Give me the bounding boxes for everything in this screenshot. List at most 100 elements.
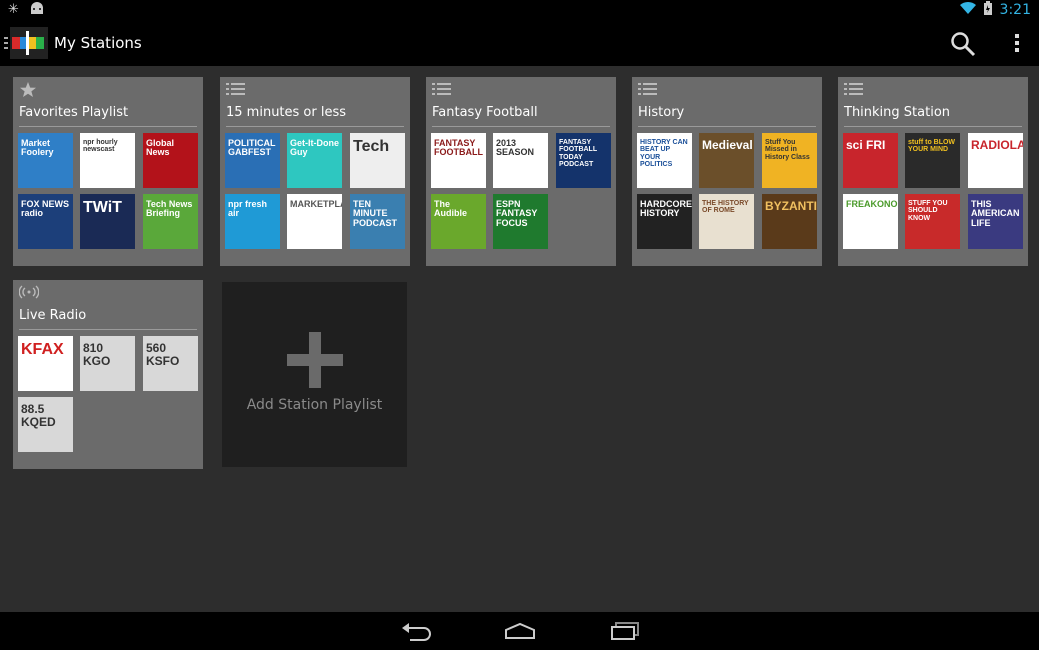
plus-icon (287, 332, 343, 388)
divider (19, 329, 197, 330)
playlist-card[interactable]: Fantasy Football FANTASY FOOTBALL 2013 SEA… (426, 77, 616, 266)
station-tile-label: npr fresh air (228, 199, 268, 219)
back-icon (402, 623, 431, 641)
station-tile[interactable]: KFAX (18, 336, 73, 391)
station-tile[interactable]: RADIOLAB (968, 133, 1023, 188)
station-tile[interactable]: FOX NEWS radio (18, 194, 73, 249)
wifi-icon (959, 1, 976, 19)
station-tile[interactable]: HARDCORE HISTORY (637, 194, 692, 249)
station-tile-label: 2013 SEASON (496, 138, 535, 158)
station-tile[interactable]: THIS AMERICAN LIFE (968, 194, 1023, 249)
station-tile-label: STUFF YOU SHOULD KNOW (908, 200, 948, 222)
station-tile-label: MARKETPLACE (290, 199, 342, 209)
station-tile-label: FANTASY FOOTBALL TODAY PODCAST (559, 139, 597, 169)
station-tile-label: FREAKONOMICS (846, 199, 898, 209)
list-icon (226, 82, 245, 98)
station-tile[interactable]: Stuff You Missed in History Class (762, 133, 817, 188)
app-logo-icon[interactable] (4, 25, 50, 61)
station-tile[interactable]: sci FRI (843, 133, 898, 188)
playlist-card[interactable]: 15 minutes or less POLITICAL GABFEST Get-I… (220, 77, 410, 266)
playlist-title: History (638, 105, 685, 120)
station-tile[interactable]: THE HISTORY OF ROME (699, 194, 754, 249)
station-tile[interactable]: MARKETPLACE (287, 194, 342, 249)
station-tile-label: 810 KGO (83, 341, 111, 368)
station-tile[interactable]: ESPN FANTASY FOCUS (493, 194, 548, 249)
playlist-title: Favorites Playlist (19, 105, 129, 120)
android-icon (29, 2, 45, 18)
overflow-menu-button[interactable] (1011, 32, 1023, 54)
search-icon (951, 32, 976, 57)
station-tile[interactable]: stuff to BLOW YOUR MIND (905, 133, 960, 188)
divider (432, 126, 610, 127)
station-tile[interactable]: 560 KSFO (143, 336, 198, 391)
playlist-card[interactable]: History HISTORY CAN BEAT UP YOUR POLITICS… (632, 77, 822, 266)
radio-wave-icon (18, 285, 40, 301)
back-button[interactable] (400, 620, 434, 642)
station-tile-label: POLITICAL GABFEST (228, 138, 276, 158)
station-tile[interactable]: TWiT (80, 194, 135, 249)
station-tile[interactable]: POLITICAL GABFEST (225, 133, 280, 188)
station-tile[interactable]: Global News (143, 133, 198, 188)
station-tile[interactable]: HISTORY CAN BEAT UP YOUR POLITICS (637, 133, 692, 188)
recent-apps-button[interactable] (608, 620, 642, 642)
station-tile[interactable]: The Audible (431, 194, 486, 249)
playlist-card[interactable]: Thinking Station sci FRI stuff to BLOW YOU… (838, 77, 1028, 266)
station-tile-label: ESPN FANTASY FOCUS (496, 199, 538, 228)
battery-icon (983, 1, 992, 19)
playlist-card[interactable]: Favorites Playlist Market Foolery npr hour… (13, 77, 203, 266)
status-bar: ✳ 3:21 (0, 0, 1039, 20)
playlist-title: 15 minutes or less (226, 105, 347, 120)
station-tile[interactable]: Tech (350, 133, 405, 188)
station-tile-label: The Audible (434, 199, 467, 219)
star-icon (19, 82, 37, 98)
station-tile[interactable]: FREAKONOMICS (843, 194, 898, 249)
page-title: My Stations (54, 34, 142, 52)
station-tile[interactable]: 810 KGO (80, 336, 135, 391)
station-tile-label: TEN MINUTE PODCAST (353, 199, 398, 228)
station-tile[interactable]: Tech News Briefing (143, 194, 198, 249)
station-tile[interactable]: FANTASY FOOTBALL TODAY PODCAST (556, 133, 611, 188)
navigation-bar (0, 612, 1039, 650)
playlist-title: Live Radio (19, 308, 87, 323)
station-tile[interactable]: Medieval (699, 133, 754, 188)
divider (226, 126, 404, 127)
app-window: ✳ 3:21 My Stations Add Station Playlist … (0, 0, 1039, 650)
station-tile-label: FOX NEWS radio (21, 199, 70, 219)
station-tile[interactable]: 2013 SEASON (493, 133, 548, 188)
station-tile-label: sci FRI (846, 138, 886, 152)
station-tile-label: TWiT (83, 199, 122, 216)
station-tile-label: THIS AMERICAN LIFE (971, 199, 1020, 228)
station-tile-label: Stuff You Missed in History Class (765, 139, 810, 161)
list-icon (844, 82, 863, 98)
add-station-playlist-label: Add Station Playlist (246, 397, 383, 413)
overflow-menu-icon (1015, 34, 1019, 52)
station-tile-label: Tech News Briefing (146, 199, 193, 219)
station-tile[interactable]: npr fresh air (225, 194, 280, 249)
search-button[interactable] (949, 30, 977, 58)
action-bar: My Stations (0, 20, 1039, 66)
home-button[interactable] (503, 620, 537, 642)
list-icon (432, 82, 451, 98)
brightness-icon: ✳ (8, 2, 19, 17)
station-tile[interactable]: Get-It-Done Guy (287, 133, 342, 188)
add-station-playlist-button[interactable]: Add Station Playlist (222, 282, 407, 467)
recent-apps-icon (611, 622, 639, 640)
station-tile[interactable]: STUFF YOU SHOULD KNOW (905, 194, 960, 249)
station-tile[interactable]: 88.5 KQED (18, 397, 73, 452)
station-tile-label: KFAX (21, 341, 64, 358)
station-tile-label: 560 KSFO (146, 341, 180, 368)
station-tile[interactable]: FANTASY FOOTBALL (431, 133, 486, 188)
station-tile-label: HISTORY CAN BEAT UP YOUR POLITICS (640, 139, 688, 169)
station-tile-label: HARDCORE HISTORY (640, 199, 692, 219)
station-tile[interactable]: TEN MINUTE PODCAST (350, 194, 405, 249)
station-tile[interactable]: BYZANTIUM (762, 194, 817, 249)
playlist-card[interactable]: Live Radio KFAX 810 KGO 560 KSFO 88.5 KQED (13, 280, 203, 469)
station-tile-label: Get-It-Done Guy (290, 138, 339, 158)
station-tile-label: stuff to BLOW YOUR MIND (908, 139, 956, 154)
playlist-title: Thinking Station (844, 105, 951, 120)
station-tile-label: 88.5 KQED (21, 402, 56, 429)
station-tile-label: npr hourly newscast (83, 139, 118, 154)
station-tile[interactable]: npr hourly newscast (80, 133, 135, 188)
station-tile[interactable]: Market Foolery (18, 133, 73, 188)
list-icon (638, 82, 657, 98)
